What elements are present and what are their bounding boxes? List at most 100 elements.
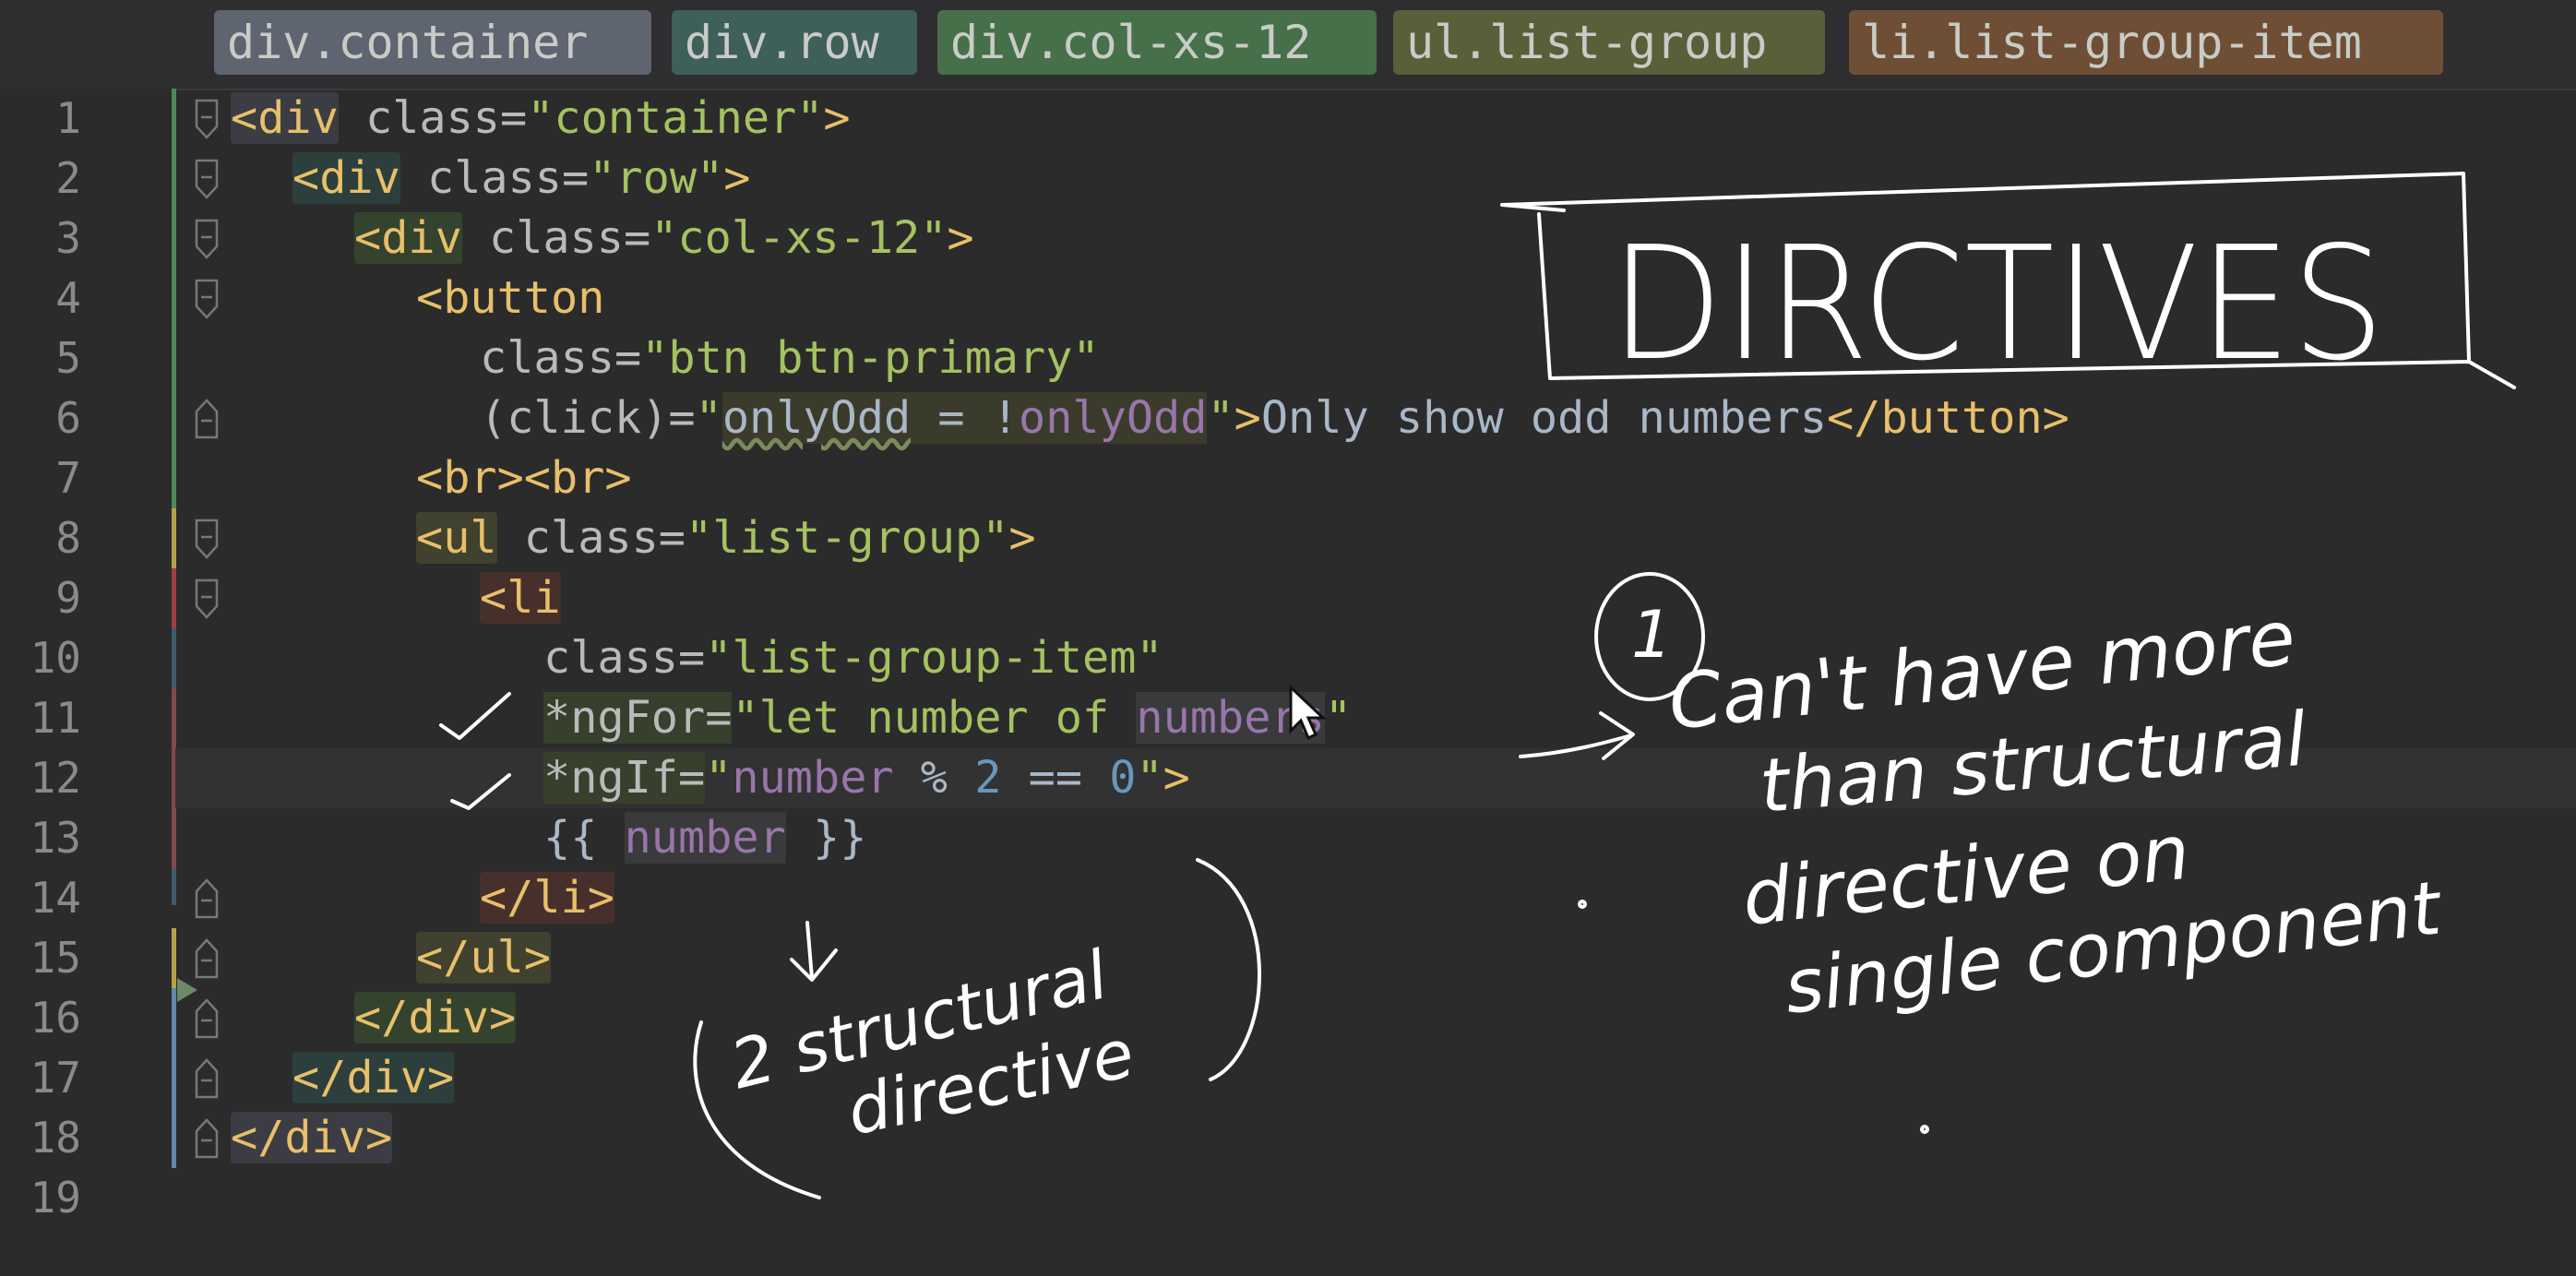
code-line-16: </div>	[354, 988, 517, 1048]
attr: *ngFor=	[543, 692, 733, 744]
code-line-3: <div class="col-xs-12">	[354, 209, 974, 268]
breadcrumb-bar: div.container div.row div.col-xs-12 ul.l…	[0, 0, 2576, 90]
line-number: 18	[30, 1113, 81, 1163]
line-number: 19	[30, 1173, 81, 1222]
fold-icon[interactable]	[193, 519, 221, 559]
line-number: 8	[55, 513, 81, 563]
string: "list-group-item"	[705, 632, 1163, 684]
code-line-11: *ngFor="let number of numbers"	[543, 688, 1352, 748]
breadcrumb-div-col-xs-12[interactable]: div.col-xs-12	[937, 10, 1377, 75]
string: "	[1324, 692, 1353, 744]
line-number: 9	[55, 573, 81, 623]
run-marker-icon[interactable]	[175, 976, 199, 1004]
string: "	[705, 752, 733, 804]
number: 0	[1109, 752, 1137, 804]
string: "	[1207, 392, 1234, 444]
line-number: 6	[55, 393, 81, 443]
string: "col-xs-12"	[650, 212, 948, 264]
change-marker-modified	[172, 508, 176, 568]
fold-icon[interactable]	[193, 219, 221, 259]
line-number: 13	[30, 813, 81, 863]
tag-close: >	[1163, 752, 1190, 804]
code-line-9: <li	[480, 568, 561, 628]
variable: onlyOdd	[1019, 392, 1208, 444]
line-number: 7	[55, 453, 81, 503]
code-line-13: {{ number }}	[543, 808, 866, 868]
tag-open: <button	[416, 272, 605, 324]
change-marker-added	[172, 988, 176, 1168]
code-line-17: </div>	[292, 1048, 455, 1108]
attr: (click)=	[480, 392, 696, 444]
operator: = !	[911, 392, 1020, 444]
line-number: 3	[55, 213, 81, 263]
line-number: 4	[55, 273, 81, 323]
attr: class=	[338, 92, 528, 144]
line-number: 10	[30, 633, 81, 683]
fold-icon[interactable]	[193, 279, 221, 319]
variable: onlyOdd	[722, 392, 912, 444]
operator: %	[893, 752, 975, 804]
change-marker-deleted	[172, 568, 176, 628]
code-line-14: </li>	[480, 868, 614, 928]
variable: number	[624, 812, 786, 864]
fold-end-icon[interactable]	[193, 998, 221, 1039]
fold-end-icon[interactable]	[193, 1118, 221, 1159]
number: 2	[974, 752, 1002, 804]
text-content: Only show odd numbers	[1260, 392, 1828, 444]
fold-end-icon[interactable]	[193, 938, 221, 979]
tag: </div>	[292, 1052, 455, 1103]
attr: class=	[480, 332, 642, 384]
tag-close: >	[1234, 392, 1261, 444]
line-number: 11	[30, 693, 81, 743]
tag: </div>	[231, 1112, 393, 1163]
line-number: 17	[30, 1053, 81, 1103]
variable: number	[732, 752, 894, 804]
tag-close: >	[947, 212, 974, 264]
code-line-2: <div class="row">	[292, 149, 750, 209]
string: "btn btn-primary"	[641, 332, 1100, 384]
tag-close: >	[1008, 512, 1036, 564]
tag-open: <ul	[416, 512, 497, 564]
tag-close: >	[723, 152, 751, 204]
tag: <br><br>	[416, 452, 632, 504]
tag-open: <div	[354, 212, 462, 264]
line-number: 2	[55, 153, 81, 203]
tag-open: <div	[231, 92, 339, 144]
tag-end: </button>	[1827, 392, 2069, 444]
tag: </li>	[480, 872, 614, 924]
breadcrumb-li-list-group-item[interactable]: li.list-group-item	[1849, 10, 2443, 75]
breadcrumb-div-container[interactable]: div.container	[214, 10, 651, 75]
tag: </div>	[354, 992, 517, 1043]
fold-end-icon[interactable]	[193, 878, 221, 919]
mouse-cursor-icon	[1289, 685, 1327, 741]
line-number: 1	[55, 93, 81, 143]
fold-end-icon[interactable]	[193, 399, 221, 439]
attr: class=	[400, 152, 590, 204]
line-number: 15	[30, 933, 81, 983]
line-number: 5	[55, 333, 81, 383]
line-number: 12	[30, 753, 81, 803]
string: "let number of	[732, 692, 1137, 744]
code-line-5: class="btn btn-primary"	[480, 328, 1100, 388]
code-editor[interactable]: <div class="container"> <div class="row"…	[231, 89, 2576, 1276]
breadcrumb-ul-list-group[interactable]: ul.list-group	[1393, 10, 1825, 75]
tag: </ul>	[416, 932, 551, 984]
line-number: 14	[30, 873, 81, 923]
fold-icon[interactable]	[193, 578, 221, 619]
fold-icon[interactable]	[193, 99, 221, 139]
code-line-1: <div class="container">	[231, 89, 851, 149]
breadcrumb-div-row[interactable]: div.row	[672, 10, 917, 75]
fold-end-icon[interactable]	[193, 1058, 221, 1099]
interpolation-close: }}	[785, 812, 867, 864]
line-number: 16	[30, 993, 81, 1043]
string: "list-group"	[686, 512, 1009, 564]
code-line-8: <ul class="list-group">	[416, 508, 1036, 568]
tag-open: <div	[292, 152, 400, 204]
fold-icon[interactable]	[193, 159, 221, 199]
attr: class=	[461, 212, 651, 264]
tag-open: <li	[480, 572, 561, 624]
code-line-10: class="list-group-item"	[543, 628, 1163, 688]
string: "	[1136, 752, 1163, 804]
code-line-4: <button	[416, 268, 604, 328]
operator: ==	[1001, 752, 1110, 804]
